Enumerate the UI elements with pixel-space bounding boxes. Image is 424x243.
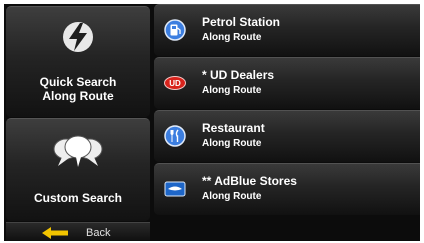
poi-search-screen: Quick Search Along Route Custom Search B… (4, 4, 420, 241)
list-item-ud-dealers[interactable]: UD * UD Dealers Along Route (154, 57, 420, 109)
adblue-icon (164, 178, 186, 200)
fork-knife-icon (164, 125, 186, 147)
list-item-title: Restaurant (202, 121, 265, 135)
ud-logo-icon: UD (164, 72, 186, 94)
back-button[interactable]: Back (6, 222, 150, 241)
back-label: Back (86, 227, 111, 239)
list-item-restaurant[interactable]: Restaurant Along Route (154, 110, 420, 162)
list-item-title: * UD Dealers (202, 68, 275, 82)
fuel-pump-icon (164, 19, 186, 41)
speech-bubbles-icon (6, 135, 150, 169)
lightning-icon (6, 17, 150, 57)
svg-text:UD: UD (169, 79, 181, 88)
list-item-subtitle: Along Route (202, 32, 262, 43)
list-item-subtitle: Along Route (202, 85, 262, 96)
list-item-adblue-stores[interactable]: ** AdBlue Stores Along Route (154, 163, 420, 215)
list-item-subtitle: Along Route (202, 138, 262, 149)
custom-search-button[interactable]: Custom Search (6, 118, 150, 221)
custom-search-label: Custom Search (33, 191, 123, 205)
search-mode-panel: Quick Search Along Route Custom Search B… (4, 4, 152, 241)
list-item-title: Petrol Station (202, 15, 281, 29)
quick-search-label-line1: Quick Search (39, 75, 117, 89)
poi-category-list: Petrol Station Along Route UD * UD Deale… (154, 4, 420, 241)
list-item-title: ** AdBlue Stores (202, 174, 297, 188)
back-arrow-icon (42, 226, 68, 241)
quick-search-along-route-button[interactable]: Quick Search Along Route (6, 6, 150, 117)
list-item-petrol-station[interactable]: Petrol Station Along Route (154, 4, 420, 56)
list-item-subtitle: Along Route (202, 191, 262, 202)
quick-search-label-line2: Along Route (42, 89, 114, 103)
